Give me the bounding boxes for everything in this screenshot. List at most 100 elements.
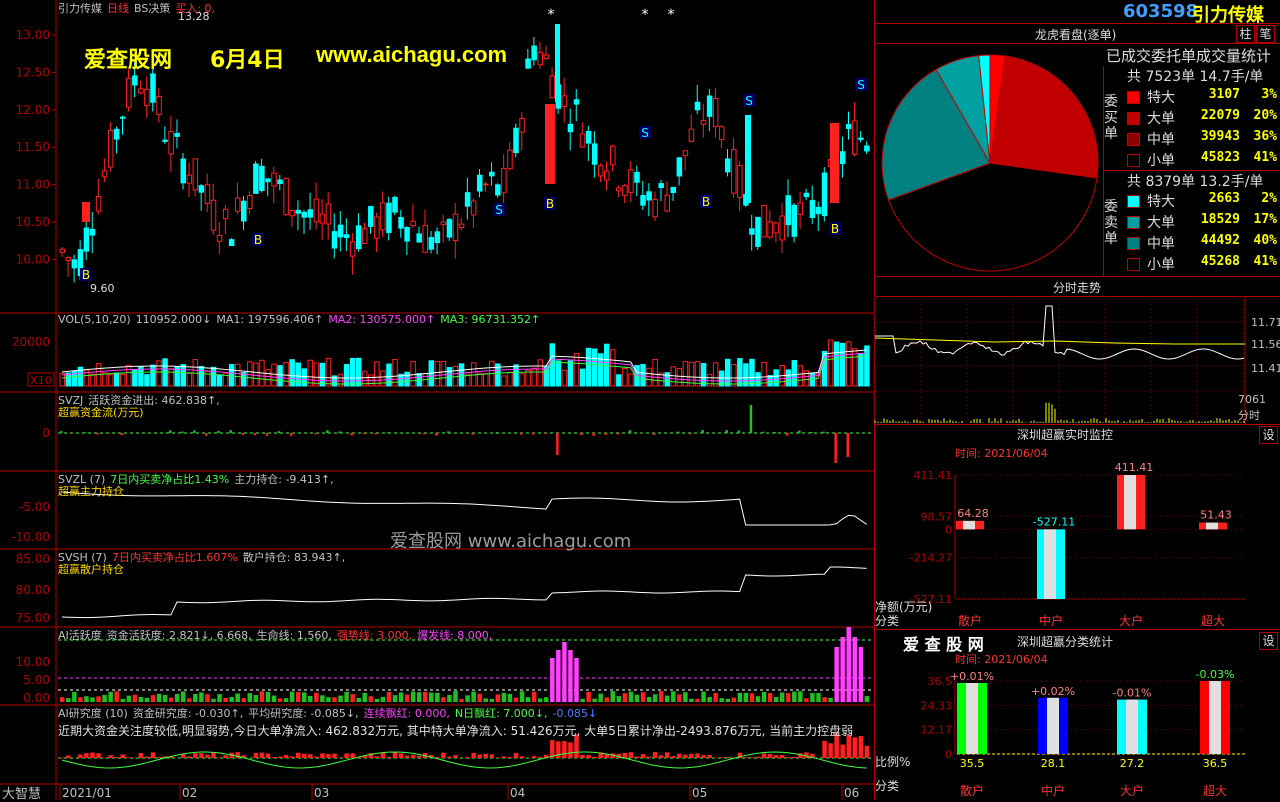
candle-body	[338, 225, 343, 237]
star-marker: *	[548, 7, 555, 23]
vol-unit: X10	[30, 374, 52, 387]
vol-bar	[459, 364, 464, 386]
candle-body	[562, 96, 567, 107]
svzj-bar	[774, 432, 777, 433]
aiact-bar	[605, 697, 610, 702]
intraday-chart: 11.7111.5611.417061分时	[875, 296, 1280, 426]
candle-body	[266, 179, 271, 182]
monitor-category: 中户	[1039, 613, 1063, 628]
aires-bar	[465, 757, 470, 758]
classify-bar-highlight	[966, 683, 978, 754]
vol-bar	[653, 359, 658, 386]
svzj-bar	[544, 433, 547, 434]
vol-bar	[732, 365, 737, 386]
vol-bar	[441, 362, 446, 386]
star-marker: *	[642, 7, 649, 23]
candle-body	[66, 258, 71, 261]
candle-body	[193, 159, 198, 190]
aiact-bar	[780, 693, 785, 702]
aiact-bar	[822, 697, 827, 702]
buy-signal: B	[82, 268, 90, 282]
main-header-item: 日线	[107, 2, 129, 15]
aiact-header-item: AI活跃度	[58, 629, 102, 642]
buy-swatch	[1127, 112, 1140, 125]
aires-header-item: 平均研究度: -0.085↓,	[248, 707, 358, 720]
aires-bar	[647, 757, 652, 758]
aires-bar	[405, 756, 410, 758]
aiact-bar	[768, 693, 773, 702]
aiact-bar	[60, 697, 65, 702]
aires-bar	[193, 753, 198, 758]
candle-body	[611, 146, 616, 165]
svzj-bar	[738, 431, 741, 433]
monitor-bar-highlight	[1124, 475, 1136, 529]
candle-body	[369, 206, 374, 226]
candle-body	[768, 222, 773, 237]
aiact-label: 10.00	[16, 655, 50, 669]
vol-bar	[538, 360, 543, 386]
aiact-bar	[707, 697, 712, 702]
candle-big	[830, 123, 839, 203]
buy-name: 中单	[1147, 129, 1175, 149]
aires-bar	[665, 752, 670, 758]
buy-name: 大单	[1147, 108, 1175, 128]
candle-body	[102, 171, 107, 177]
svzj-bar	[338, 431, 341, 433]
candle-body	[508, 150, 513, 169]
svzj-bar	[145, 433, 148, 434]
aiact-bar	[792, 692, 797, 702]
aiact-bar	[387, 692, 392, 702]
sell-signal: S	[745, 94, 753, 108]
candle-body	[411, 221, 416, 225]
aires-bar	[562, 741, 567, 758]
candle-body	[810, 201, 815, 218]
svzj-bar	[363, 433, 366, 434]
candle-body	[792, 205, 797, 236]
intraday-label: 11.41	[1251, 362, 1280, 375]
candle-body	[471, 201, 476, 215]
sell-swatch	[1127, 258, 1140, 271]
aiact-bar	[405, 694, 410, 702]
aires-bar	[127, 757, 132, 758]
vol-bar	[526, 370, 531, 386]
classify-top-label: -0.03%	[1196, 668, 1235, 681]
aires-bar	[683, 755, 688, 758]
vol-header-item: MA2: 130575.000↑	[328, 313, 435, 326]
candle-body	[387, 203, 392, 232]
buy-signal: B	[831, 222, 839, 236]
vol-bar	[756, 373, 761, 386]
aiact-bar	[665, 696, 670, 702]
candle-body	[290, 210, 295, 215]
aiact-bar	[423, 692, 428, 702]
svsh-label: 80.00	[16, 583, 50, 597]
vol-bar	[211, 367, 216, 386]
aires-bar	[762, 753, 767, 758]
vol-bar	[284, 362, 289, 386]
candle-body	[90, 229, 95, 235]
svzj-bar	[193, 430, 196, 433]
classify-y-unit: 比例%	[875, 755, 910, 769]
candle-body	[187, 175, 192, 183]
aires-bar	[60, 757, 65, 758]
aiact-bar	[441, 697, 446, 702]
vol-bar	[574, 353, 579, 386]
svzl-line	[62, 492, 867, 525]
x-axis-label: 02	[182, 786, 197, 800]
sell-swatch	[1127, 195, 1140, 208]
chart-area[interactable]: 13.0012.5012.0011.5011.0010.5010.0020000…	[0, 0, 875, 800]
aiact-bar	[508, 694, 513, 702]
aiact-bar	[713, 693, 718, 702]
aiact-bar	[701, 692, 706, 702]
candle-body	[242, 201, 247, 221]
aiact-bar	[96, 696, 101, 702]
brand-label: 大智慧	[2, 783, 41, 802]
candle-body	[665, 195, 670, 211]
aires-bar	[859, 736, 864, 758]
aiact-bar	[381, 697, 386, 702]
svzj-bar	[556, 433, 559, 455]
svzj-bar	[786, 433, 789, 436]
candle-body	[592, 144, 597, 164]
aiact-bar	[816, 693, 821, 702]
intraday-vol-label: 7061	[1238, 393, 1266, 406]
aires-bar	[514, 753, 519, 758]
